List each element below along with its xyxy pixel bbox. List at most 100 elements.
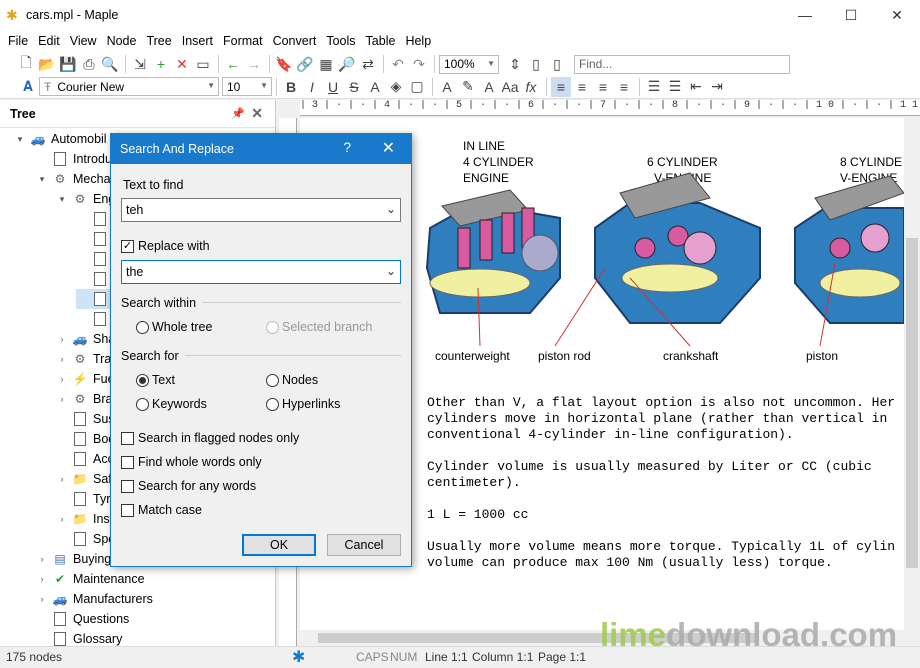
menu-help[interactable]: Help [400,34,436,48]
cancel-button[interactable]: Cancel [327,534,401,556]
dialog-close-button[interactable]: ✕ [382,138,395,158]
expand-toggle-icon[interactable]: › [36,554,48,564]
tree-item[interactable]: ▾ ⚙ Eng [56,189,116,209]
change-case-icon[interactable]: Aa [500,77,520,97]
keywords-radio[interactable]: Keywords [136,397,207,411]
add-node-icon[interactable]: + [151,54,171,74]
expand-toggle-icon[interactable]: › [56,374,68,384]
open-icon[interactable]: 📂 [37,54,57,74]
match-case-checkbox[interactable]: Match case [121,503,202,517]
underline-icon[interactable]: U [323,77,343,97]
tree-item[interactable]: › 🚙 Sha [56,329,116,349]
tree-item[interactable]: › ⚡ Fue [56,369,115,389]
paint-format-icon[interactable]: ✎ [458,77,478,97]
indent-icon[interactable]: ⇥ [707,77,727,97]
any-words-checkbox[interactable]: Search for any words [121,479,256,493]
menu-tools[interactable]: Tools [321,34,360,48]
superscript-icon[interactable]: A [479,77,499,97]
replace-text-combo[interactable]: the ⌄ [121,260,401,284]
highlight-icon[interactable]: ◈ [386,77,406,97]
font-select[interactable]: Ŧ Courier New ▼ [39,77,219,96]
expand-toggle-icon[interactable]: ▾ [14,134,26,145]
tree-item[interactable]: › ▤ Buying [36,549,112,569]
tree-item[interactable]: › 📁 Inst [56,509,114,529]
find-icon[interactable]: 🔎 [337,54,357,74]
selected-branch-radio[interactable]: Selected branch [266,320,372,334]
whole-tree-radio[interactable]: Whole tree [136,320,212,334]
close-button[interactable]: ✕ [874,0,920,30]
tree-item[interactable] [76,229,113,249]
numbered-list-icon[interactable]: ☰ [644,77,664,97]
table-insert-icon[interactable]: ▦ [316,54,336,74]
delete-node-icon[interactable]: ✕ [172,54,192,74]
expand-toggle-icon[interactable]: › [36,594,48,604]
print-icon[interactable]: ⎙ [79,54,99,74]
italic-icon[interactable]: I [302,77,322,97]
close-panel-icon[interactable]: ✕ [251,105,263,122]
replace-with-checkbox[interactable]: ✓ Replace with [121,239,210,253]
print-preview-icon[interactable]: 🔍 [100,54,120,74]
align-center-icon[interactable]: ≡ [572,77,592,97]
flagged-nodes-checkbox[interactable]: Search in flagged nodes only [121,431,299,445]
tree-item[interactable]: Spe [56,529,115,549]
tree-item[interactable] [76,209,113,229]
find-input[interactable]: Find... [574,54,790,74]
bold-icon[interactable]: B [281,77,301,97]
styles-icon[interactable]: 𝐀 [18,77,38,97]
minimize-button[interactable]: — [782,0,828,30]
menu-convert[interactable]: Convert [268,34,322,48]
menu-format[interactable]: Format [218,34,268,48]
forward-icon[interactable]: → [244,54,264,74]
expand-toggle-icon[interactable]: › [36,574,48,584]
tree-item[interactable]: Sus [56,409,115,429]
font-color-icon[interactable]: A [365,77,385,97]
rename-icon[interactable]: ▭ [193,54,213,74]
tree-item[interactable] [76,269,113,289]
tree-item[interactable]: ▾ ⚙ Mecha [36,169,111,189]
zoom-select[interactable]: 100% ▼ [439,54,499,74]
page-view2-icon[interactable]: ▯ [547,54,567,74]
page-view-icon[interactable]: ▯ [526,54,546,74]
find-replace-icon[interactable]: ⇄ [358,54,378,74]
menu-tree[interactable]: Tree [141,34,176,48]
maximize-button[interactable]: ☐ [828,0,874,30]
save-icon[interactable]: 💾 [58,54,78,74]
text-radio[interactable]: Text [136,373,175,387]
tree-item[interactable] [76,289,113,309]
menu-table[interactable]: Table [361,34,401,48]
menu-edit[interactable]: Edit [33,34,65,48]
ok-button[interactable]: OK [242,534,316,556]
expand-toggle-icon[interactable]: › [56,474,68,484]
help-button[interactable]: ? [343,139,351,155]
tree-item[interactable]: › ⚙ Tra [56,349,112,369]
font-size-select[interactable]: 10 ▼ [222,77,272,96]
tree-item[interactable]: ▾ 🚙 Automobil [14,129,107,149]
expand-toggle-icon[interactable]: › [56,514,68,524]
tree-item[interactable] [76,309,113,329]
link-icon[interactable]: 🔗 [295,54,315,74]
borders-icon[interactable]: ▢ [407,77,427,97]
expand-toggle-icon[interactable]: ▾ [36,174,48,185]
undo-icon[interactable]: ↶ [388,54,408,74]
tree-item[interactable]: Introdu [36,149,112,169]
redo-icon[interactable]: ↷ [409,54,429,74]
bullet-list-icon[interactable]: ☰ [665,77,685,97]
pin-icon[interactable]: 📌 [231,107,245,120]
formula-icon[interactable]: fx [521,77,541,97]
tree-item[interactable]: › 📁 Saf [56,469,112,489]
find-text-combo[interactable]: teh ⌄ [121,198,401,222]
text-style-icon[interactable]: A [437,77,457,97]
back-icon[interactable]: ← [223,54,243,74]
expand-toggle-icon[interactable]: ▾ [56,194,68,205]
editor-vertical-scrollbar[interactable] [904,118,920,630]
tree-item[interactable]: Acc [56,449,114,469]
tree-item[interactable]: Boo [56,429,115,449]
tree-item[interactable]: Questions [36,609,129,629]
expand-toggle-icon[interactable]: › [56,334,68,344]
tree-item[interactable] [76,249,113,269]
align-right-icon[interactable]: ≡ [593,77,613,97]
menu-file[interactable]: File [3,34,33,48]
fit-icon[interactable]: ⇕ [505,54,525,74]
justify-icon[interactable]: ≡ [614,77,634,97]
menu-view[interactable]: View [65,34,102,48]
